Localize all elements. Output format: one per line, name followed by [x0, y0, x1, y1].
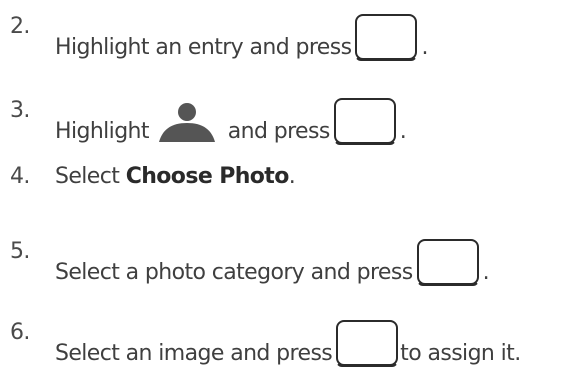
- button-key-icon: [336, 320, 399, 367]
- step-text: Select an image and press to assign it.: [55, 320, 521, 367]
- step-number: 5.: [10, 239, 30, 264]
- menu-option-choose-photo: Choose Photo: [125, 164, 290, 189]
- button-key-icon: [333, 98, 396, 145]
- step-text: Highlight an entry and press.: [55, 14, 429, 61]
- step-text-before: Select a photo category and press: [55, 260, 413, 285]
- step-text-after: .: [482, 260, 490, 285]
- step-number: 2.: [10, 14, 30, 39]
- step-text-middle: and press: [227, 119, 331, 144]
- step-text-after: .: [421, 35, 428, 60]
- step-text: Highlight and press.: [55, 98, 407, 145]
- step-text: Select a photo category and press.: [55, 239, 490, 286]
- step-number: 4.: [10, 164, 30, 189]
- step-text-before: Select an image and press: [55, 341, 333, 366]
- step-text-before: Highlight an entry and press: [55, 35, 352, 60]
- step-text: Select Choose Photo.: [55, 164, 296, 190]
- step-text-before: Select: [55, 164, 120, 189]
- step-number: 3.: [10, 98, 30, 123]
- button-key-icon: [416, 239, 479, 286]
- step-text-after: .: [288, 164, 296, 189]
- step-number: 6.: [10, 320, 30, 345]
- person-icon: [159, 103, 216, 142]
- step-text-after: to assign it.: [400, 341, 521, 366]
- step-text-after: .: [399, 119, 407, 144]
- step-text-before: Highlight: [55, 119, 150, 144]
- button-key-icon: [355, 14, 418, 61]
